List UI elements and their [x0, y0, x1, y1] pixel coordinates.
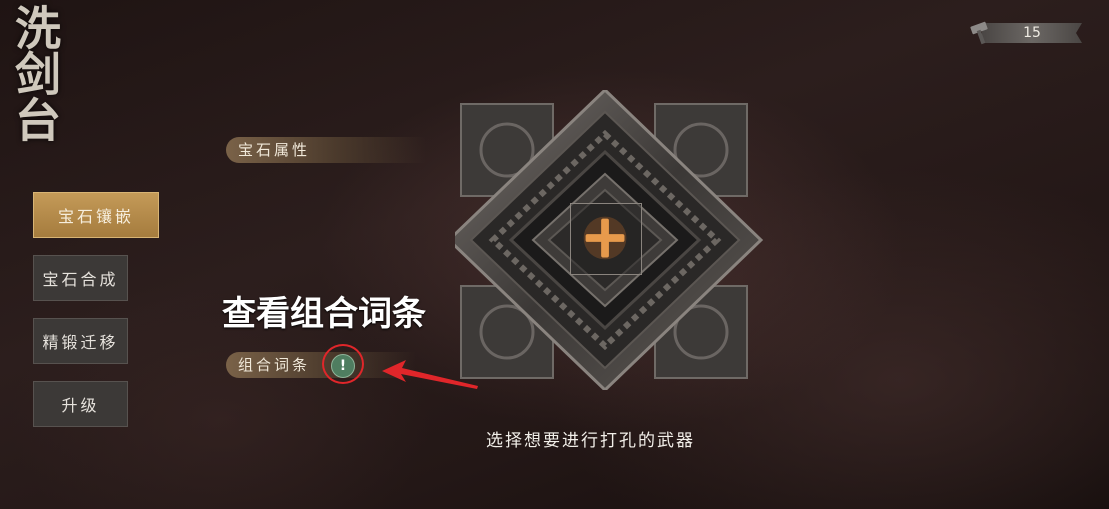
slot-hint: 选择想要进行打孔的武器: [486, 431, 695, 451]
resource-counter: 15: [968, 20, 1086, 46]
annotation-label: 查看组合词条: [222, 294, 426, 334]
page-title: 洗剑台: [8, 4, 62, 142]
plus-icon: [583, 216, 627, 260]
gem-attributes-header: 宝石属性: [226, 137, 426, 163]
side-nav: 宝石镶嵌 宝石合成 精锻迁移 升级: [33, 192, 159, 444]
nav-forge-transfer[interactable]: 精锻迁移: [33, 318, 128, 364]
nav-gem-inlay[interactable]: 宝石镶嵌: [33, 192, 159, 238]
nav-upgrade[interactable]: 升级: [33, 381, 128, 427]
counter-value: 15: [1023, 25, 1041, 41]
nav-gem-synthesis[interactable]: 宝石合成: [33, 255, 128, 301]
annotation-circle: [322, 344, 364, 384]
weapon-slot[interactable]: [570, 203, 642, 275]
hammer-icon: [970, 21, 988, 45]
